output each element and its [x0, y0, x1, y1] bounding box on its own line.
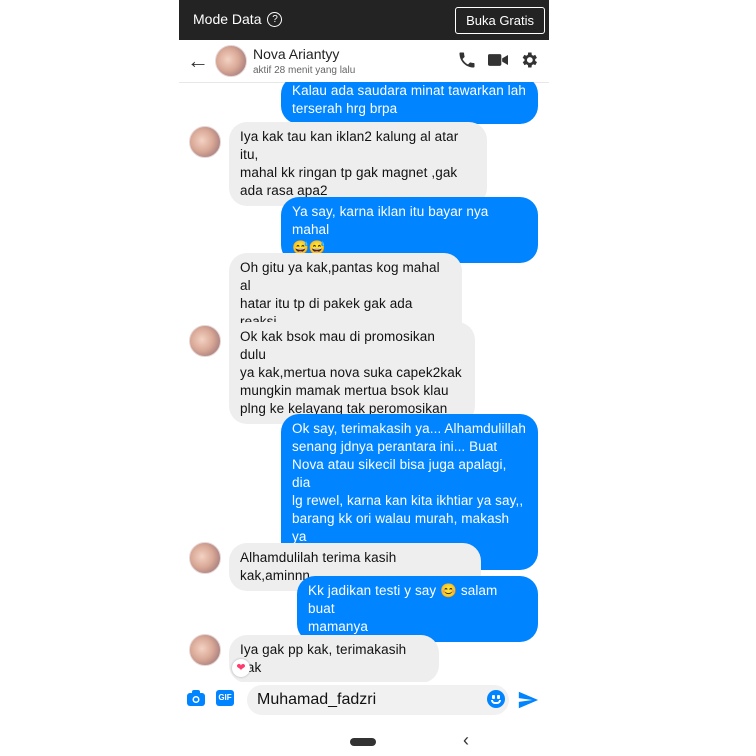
- message-list[interactable]: Kalau ada saudara minat tawarkan lah ter…: [179, 82, 549, 682]
- message-composer: GIF: [179, 682, 549, 718]
- contact-name[interactable]: Nova Ariantyy: [253, 46, 339, 62]
- nav-back-icon[interactable]: ‹: [463, 730, 469, 751]
- back-arrow-icon[interactable]: ←: [187, 48, 209, 74]
- message-bubble-incoming[interactable]: Iya kak tau kan iklan2 kalung al atar it…: [229, 122, 487, 206]
- gif-button[interactable]: GIF: [216, 690, 234, 706]
- message-bubble-incoming[interactable]: Ok kak bsok mau di promosikan dulu ya ka…: [229, 322, 475, 424]
- home-button[interactable]: [350, 738, 376, 746]
- contact-status: aktif 28 menit yang lalu: [253, 65, 356, 76]
- send-icon[interactable]: [517, 689, 539, 716]
- help-icon[interactable]: ?: [267, 11, 283, 27]
- message-bubble-outgoing[interactable]: Kk jadikan testi y say 😊 salam buat mama…: [297, 576, 538, 642]
- sender-avatar[interactable]: [189, 634, 221, 666]
- data-mode-label: Mode Data ?: [193, 11, 283, 27]
- message-input[interactable]: [247, 685, 509, 715]
- chat-header: ← Nova Ariantyy aktif 28 menit yang lalu: [179, 40, 549, 83]
- emoji-icon[interactable]: [487, 690, 505, 708]
- sender-avatar[interactable]: [189, 325, 221, 357]
- phone-call-icon[interactable]: [457, 50, 477, 70]
- settings-gear-icon[interactable]: [519, 50, 539, 70]
- message-bubble-outgoing[interactable]: Kalau ada saudara minat tawarkan lah ter…: [281, 82, 538, 124]
- message-bubble-incoming[interactable]: Iya gak pp kak, terimakasih kak: [229, 635, 439, 682]
- camera-icon[interactable]: [187, 690, 205, 706]
- data-mode-bar: Mode Data ? Buka Gratis: [179, 0, 549, 40]
- system-navigation-bar: ‹: [179, 724, 549, 756]
- data-mode-text: Mode Data: [193, 11, 262, 27]
- sender-avatar[interactable]: [189, 126, 221, 158]
- sender-avatar[interactable]: [189, 542, 221, 574]
- contact-avatar[interactable]: [215, 45, 247, 77]
- heart-reaction-icon[interactable]: ❤: [232, 659, 250, 677]
- video-call-icon[interactable]: [487, 50, 509, 70]
- phone-screen: Mode Data ? Buka Gratis ← Nova Ariantyy …: [179, 0, 549, 756]
- buka-gratis-button[interactable]: Buka Gratis: [455, 7, 545, 34]
